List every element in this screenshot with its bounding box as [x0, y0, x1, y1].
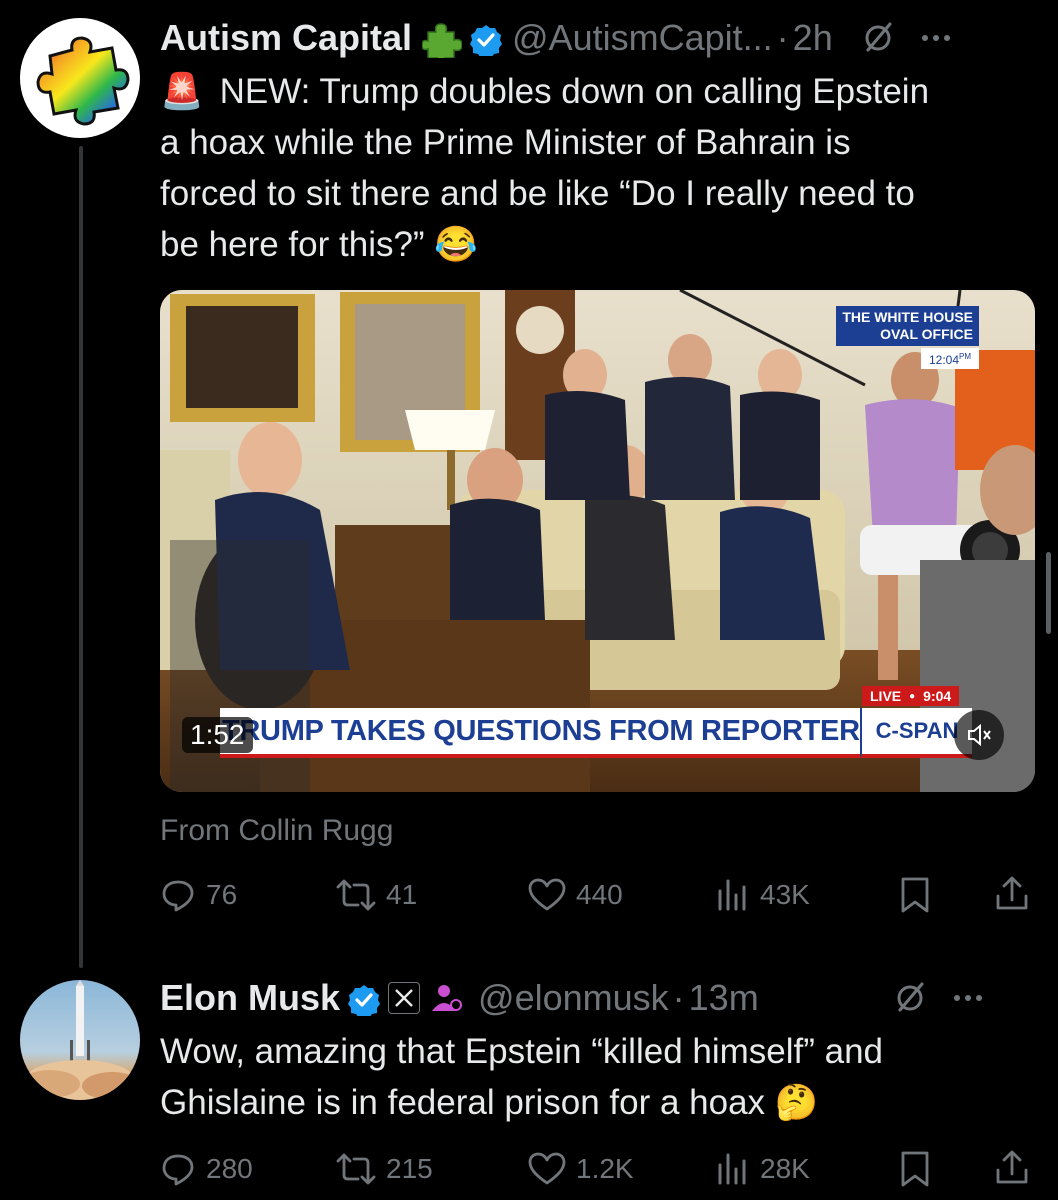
live-tag: LIVE ● 9:04 [862, 686, 960, 706]
post1-reply-button[interactable]: 76 [160, 877, 237, 913]
repost-icon [336, 1153, 376, 1185]
share-icon [996, 1150, 1028, 1184]
grok-slash-icon[interactable] [861, 21, 895, 55]
more-options-icon[interactable] [953, 993, 983, 1003]
post2-repost-button[interactable]: 215 [336, 1151, 433, 1187]
post1-views-button[interactable]: 43K [714, 877, 810, 913]
autism-capital-avatar[interactable] [20, 18, 140, 138]
mute-button[interactable] [954, 710, 1004, 760]
video-player[interactable]: THE WHITE HOUSE OVAL OFFICE 12:04PM LIVE… [160, 290, 1035, 792]
video-attribution[interactable]: From Collin Rugg [160, 814, 393, 848]
post2-views-button[interactable]: 28K [714, 1151, 810, 1187]
puzzle-rainbow-logo [36, 36, 130, 126]
heart-icon [528, 878, 566, 911]
verified-badge-icon [470, 22, 503, 58]
video-location-bug: THE WHITE HOUSE OVAL OFFICE 12:04PM [819, 306, 979, 369]
chyron-text: TRUMP TAKES QUESTIONS FROM REPORTERS [222, 714, 879, 747]
views-chart-icon [718, 879, 746, 911]
post1-dot-separator: · [776, 17, 789, 58]
post2-reply-button[interactable]: 280 [160, 1151, 253, 1187]
post1-text-line-2: a hoax while the Prime Minister of Bahra… [160, 123, 851, 162]
post2-like-button[interactable]: 1.2K [528, 1151, 634, 1187]
video-clock-time: 12:04 [928, 353, 959, 367]
post2-timestamp[interactable]: 13m [689, 976, 759, 1020]
rocket-launch-image [20, 980, 140, 1100]
elon-musk-avatar[interactable] [20, 980, 140, 1100]
more-options-icon[interactable] [921, 33, 951, 43]
post1-reply-count: 76 [206, 879, 238, 910]
laughing-emoji-icon: 😂 [434, 225, 478, 264]
post2-handle[interactable]: @elonmusk [478, 976, 669, 1020]
post1-author-name[interactable]: Autism Capital [160, 16, 412, 60]
speaker-muted-icon [968, 723, 991, 747]
bookmark-icon [901, 877, 929, 913]
repost-icon [336, 879, 376, 911]
post1-repost-button[interactable]: 41 [336, 877, 417, 913]
post1-text-line-1: 🚨 NEW: Trump doubles down on calling Epst… [160, 72, 930, 111]
verified-badge-icon [348, 982, 381, 1018]
post2-text-line-1: Wow, amazing that Epstein “killed himsel… [160, 1032, 884, 1071]
post1-actions: 76 41 440 43K [160, 872, 1040, 918]
post2-share-button[interactable] [994, 1148, 1030, 1193]
post2-text-line-2: Ghislaine is in federal prison for a hoa… [160, 1083, 819, 1122]
x-affiliate-badge-icon [388, 982, 421, 1014]
thinking-emoji-icon: 🤔 [774, 1083, 819, 1122]
post1-header: Autism Capital @AutismCapit... · 2h [160, 16, 1040, 60]
views-chart-icon [718, 1153, 746, 1185]
location-line-2: OVAL OFFICE [880, 326, 973, 342]
person-admin-icon [430, 981, 464, 1015]
reply-icon [162, 880, 194, 912]
post1-timestamp[interactable]: 2h [793, 16, 833, 60]
share-icon [996, 876, 1028, 910]
video-chyron: TRUMP TAKES QUESTIONS FROM REPORTERS [220, 708, 879, 758]
scrollbar-thumb[interactable] [1046, 552, 1051, 634]
post1-repost-count: 41 [386, 879, 418, 910]
post1-text-line-3: forced to sit there and be like “Do I re… [160, 174, 915, 213]
post2-view-count: 28K [760, 1153, 810, 1184]
siren-emoji-icon: 🚨 [160, 72, 204, 111]
post2-reply-count: 280 [206, 1153, 253, 1184]
location-line-1: THE WHITE HOUSE [842, 309, 973, 325]
post2-repost-count: 215 [386, 1153, 433, 1184]
post2-text: Wow, amazing that Epstein “killed himsel… [160, 1026, 1040, 1128]
post1-handle[interactable]: @AutismCapit... [512, 16, 773, 60]
post1-text: 🚨 NEW: Trump doubles down on calling Epst… [160, 66, 1040, 270]
video-duration-badge: 1:52 [182, 717, 253, 753]
heart-icon [528, 1152, 566, 1185]
post2-bookmark-button[interactable] [900, 1150, 930, 1195]
post2-header: Elon Musk @elonmusk · 13m [160, 976, 1040, 1020]
reply-icon [162, 1154, 194, 1186]
post1-text-line-4: be here for this?” 😂 [160, 225, 478, 264]
post1-like-button[interactable]: 440 [528, 877, 623, 913]
post2-dot-separator: · [672, 977, 685, 1018]
post1-share-button[interactable] [994, 874, 1030, 919]
puzzle-piece-icon [422, 18, 463, 58]
post1-bookmark-button[interactable] [900, 876, 930, 921]
thread-connector-line [79, 146, 83, 968]
post2-actions: 280 215 1.2K 28K [160, 1146, 1040, 1192]
grok-slash-icon[interactable] [893, 981, 927, 1015]
post1-like-count: 440 [576, 879, 623, 910]
post1-view-count: 43K [760, 879, 810, 910]
post2-like-count: 1.2K [576, 1153, 634, 1184]
bookmark-icon [901, 1151, 929, 1187]
post2-author-name[interactable]: Elon Musk [160, 976, 340, 1020]
